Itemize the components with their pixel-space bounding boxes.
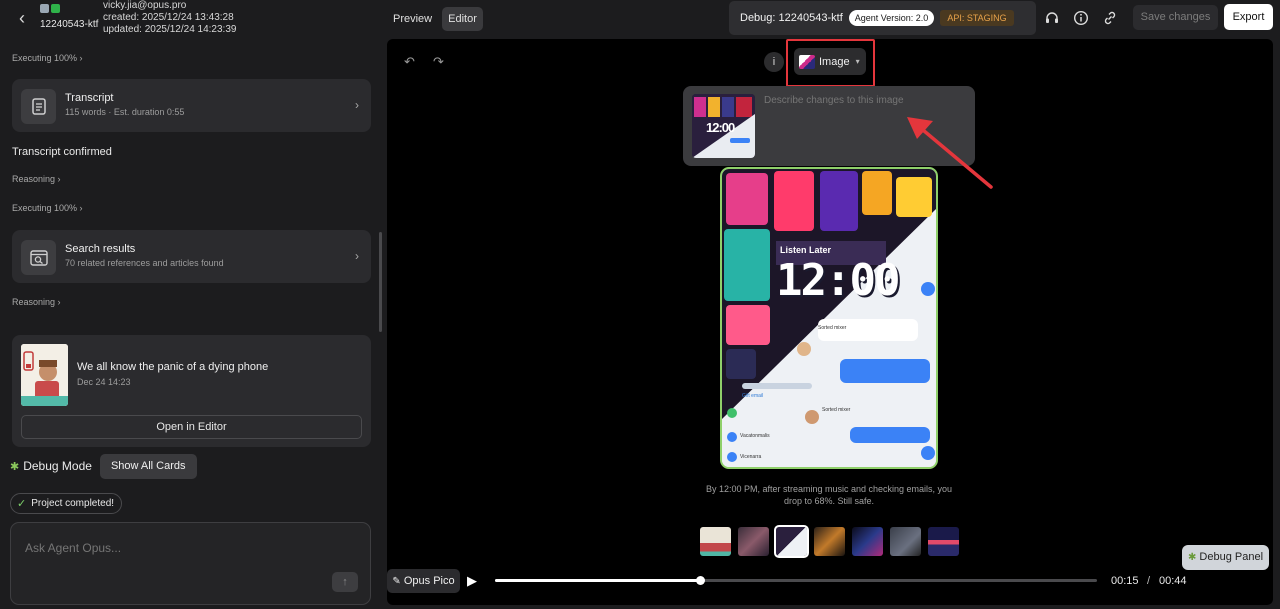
transcript-card-subtitle: 115 words · Est. duration 0:55 xyxy=(65,107,185,117)
debug-project-label: Debug: 12240543-ktf xyxy=(740,12,843,24)
executing-status-1[interactable]: Executing 100% › xyxy=(12,53,83,63)
ask-agent-input[interactable] xyxy=(25,541,325,555)
phone-preview-frame[interactable]: Listen Later 12:00 Sorted mixer Gift ema… xyxy=(720,167,938,469)
chevron-right-icon: › xyxy=(355,249,359,263)
info-icon[interactable] xyxy=(1073,10,1089,26)
thumbnail-clock-text: 12:00 xyxy=(706,120,735,135)
phone-label-3: Sorted mixer xyxy=(822,407,851,413)
timeline-scrubber[interactable] xyxy=(695,576,705,585)
video-card-date: Dec 24 14:23 xyxy=(77,377,131,387)
chevron-right-icon: › xyxy=(355,98,359,112)
debug-panel-label: Debug Panel xyxy=(1199,551,1264,563)
debug-row: ✱ Debug Mode Show All Cards xyxy=(10,453,197,479)
project-updated: updated: 2025/12/24 14:23:39 xyxy=(103,24,237,35)
headset-icon[interactable] xyxy=(1044,10,1060,26)
transcript-confirmed-text: Transcript confirmed xyxy=(12,146,112,158)
phone-label-5: Vicenarra xyxy=(740,454,762,460)
debug-mode-label: ✱ Debug Mode xyxy=(10,459,92,473)
video-thumbnail[interactable] xyxy=(21,344,68,406)
image-dropdown-label: Image xyxy=(819,55,850,68)
scene-thumbnail-3[interactable] xyxy=(774,525,809,558)
play-button[interactable]: ▶ xyxy=(467,573,477,589)
reasoning-toggle-2[interactable]: Reasoning › xyxy=(12,297,61,307)
executing-status-2[interactable]: Executing 100% › xyxy=(12,203,83,213)
check-icon: ✓ xyxy=(17,498,27,510)
video-result-card: We all know the panic of a dying phone D… xyxy=(12,335,371,447)
transcript-card-title: Transcript xyxy=(65,92,114,104)
image-badge-icon xyxy=(40,4,49,13)
redo-icon[interactable]: ↷ xyxy=(433,54,444,70)
scene-thumbnail-strip xyxy=(700,525,959,558)
video-card-title: We all know the panic of a dying phone xyxy=(77,361,269,373)
scene-thumbnail-4[interactable] xyxy=(814,527,845,556)
view-tabs: Preview Editor xyxy=(387,7,483,31)
play-icon: ▶ xyxy=(467,573,477,588)
project-created: created: 2025/12/24 13:43:28 xyxy=(103,12,234,23)
search-results-card[interactable]: Search results 70 related references and… xyxy=(12,230,371,283)
scene-thumbnail-1[interactable] xyxy=(700,527,731,556)
debug-panel-button[interactable]: ✱ Debug Panel xyxy=(1182,545,1269,570)
debug-mode-text: Debug Mode xyxy=(23,459,92,473)
export-button[interactable]: Export xyxy=(1224,4,1273,30)
project-header: ‹ 12240543-ktf vicky.jia@opus.pro create… xyxy=(0,0,383,40)
phone-clock-text: 12:00 xyxy=(776,255,900,306)
back-button[interactable]: ‹ xyxy=(12,8,32,28)
project-completed-badge: ✓ Project completed! xyxy=(10,493,123,514)
send-button[interactable]: ↑ xyxy=(332,572,358,592)
arrow-up-icon: ↑ xyxy=(342,576,348,588)
editor-canvas: ↶ ↷ i Image ▾ 12:00 Describe changes to … xyxy=(387,39,1273,605)
document-icon xyxy=(21,89,56,124)
show-all-cards-button[interactable]: Show All Cards xyxy=(99,453,197,479)
timeline-progress xyxy=(495,579,700,582)
project-email: vicky.jia@opus.pro xyxy=(103,0,187,11)
scene-thumbnail-7[interactable] xyxy=(928,527,959,556)
total-duration: 00:44 xyxy=(1159,575,1187,587)
open-in-editor-button[interactable]: Open in Editor xyxy=(21,415,362,439)
info-icon[interactable]: i xyxy=(764,52,784,72)
debug-info-bar: Debug: 12240543-ktf Agent Version: 2.0 A… xyxy=(729,1,1036,35)
image-thumbnail-icon xyxy=(799,54,815,69)
agent-sidebar: ‹ 12240543-ktf vicky.jia@opus.pro create… xyxy=(0,0,383,609)
project-completed-text: Project completed! xyxy=(31,498,115,509)
agent-version-badge: Agent Version: 2.0 xyxy=(848,10,935,26)
bug-icon: ✱ xyxy=(10,460,20,473)
tab-editor[interactable]: Editor xyxy=(442,7,483,31)
chevron-down-icon: ▾ xyxy=(855,57,860,66)
bug-icon: ✱ xyxy=(1187,552,1197,563)
check-badge-icon xyxy=(51,4,60,13)
save-changes-button[interactable]: Save changes xyxy=(1133,5,1218,30)
phone-label-4: Vacatonmalis xyxy=(740,433,770,439)
time-separator: / xyxy=(1147,575,1151,587)
project-meta: vicky.jia@opus.pro created: 2025/12/24 1… xyxy=(103,0,236,36)
sidebar-scrollbar[interactable] xyxy=(379,232,382,332)
link-icon[interactable] xyxy=(1102,10,1118,26)
app-window: ‹ 12240543-ktf vicky.jia@opus.pro create… xyxy=(0,0,1280,609)
current-time: 00:15 xyxy=(1111,575,1139,587)
undo-icon[interactable]: ↶ xyxy=(404,54,415,70)
scene-thumbnail-6[interactable] xyxy=(890,527,921,556)
opus-pico-button[interactable]: ✎ Opus Pico xyxy=(387,569,460,593)
opus-pico-label: Opus Pico xyxy=(403,575,455,587)
search-results-subtitle: 70 related references and articles found xyxy=(65,258,224,268)
phone-listen-later-text: Listen Later xyxy=(780,245,832,255)
project-badges xyxy=(40,4,60,13)
search-results-title: Search results xyxy=(65,243,136,255)
browser-search-icon xyxy=(21,240,56,275)
api-env-badge: API: STAGING xyxy=(940,10,1014,26)
phone-label-1: Sorted mixer xyxy=(818,325,847,331)
selected-image-thumbnail[interactable]: 12:00 xyxy=(692,94,755,158)
phone-label-2: Gift email xyxy=(742,393,764,399)
ask-agent-box: ↑ xyxy=(10,522,371,605)
image-layer-dropdown[interactable]: Image ▾ xyxy=(794,48,866,75)
transcript-card[interactable]: Transcript 115 words · Est. duration 0:5… xyxy=(12,79,371,132)
project-id: 12240543-ktf xyxy=(40,19,99,30)
reasoning-toggle-1[interactable]: Reasoning › xyxy=(12,174,61,184)
tab-preview[interactable]: Preview xyxy=(387,7,438,31)
scene-thumbnail-5[interactable] xyxy=(852,527,883,556)
pencil-icon: ✎ xyxy=(392,576,401,587)
playback-timeline[interactable] xyxy=(495,576,1097,585)
scene-thumbnail-2[interactable] xyxy=(738,527,769,556)
scene-caption: By 12:00 PM, after streaming music and c… xyxy=(705,484,953,506)
